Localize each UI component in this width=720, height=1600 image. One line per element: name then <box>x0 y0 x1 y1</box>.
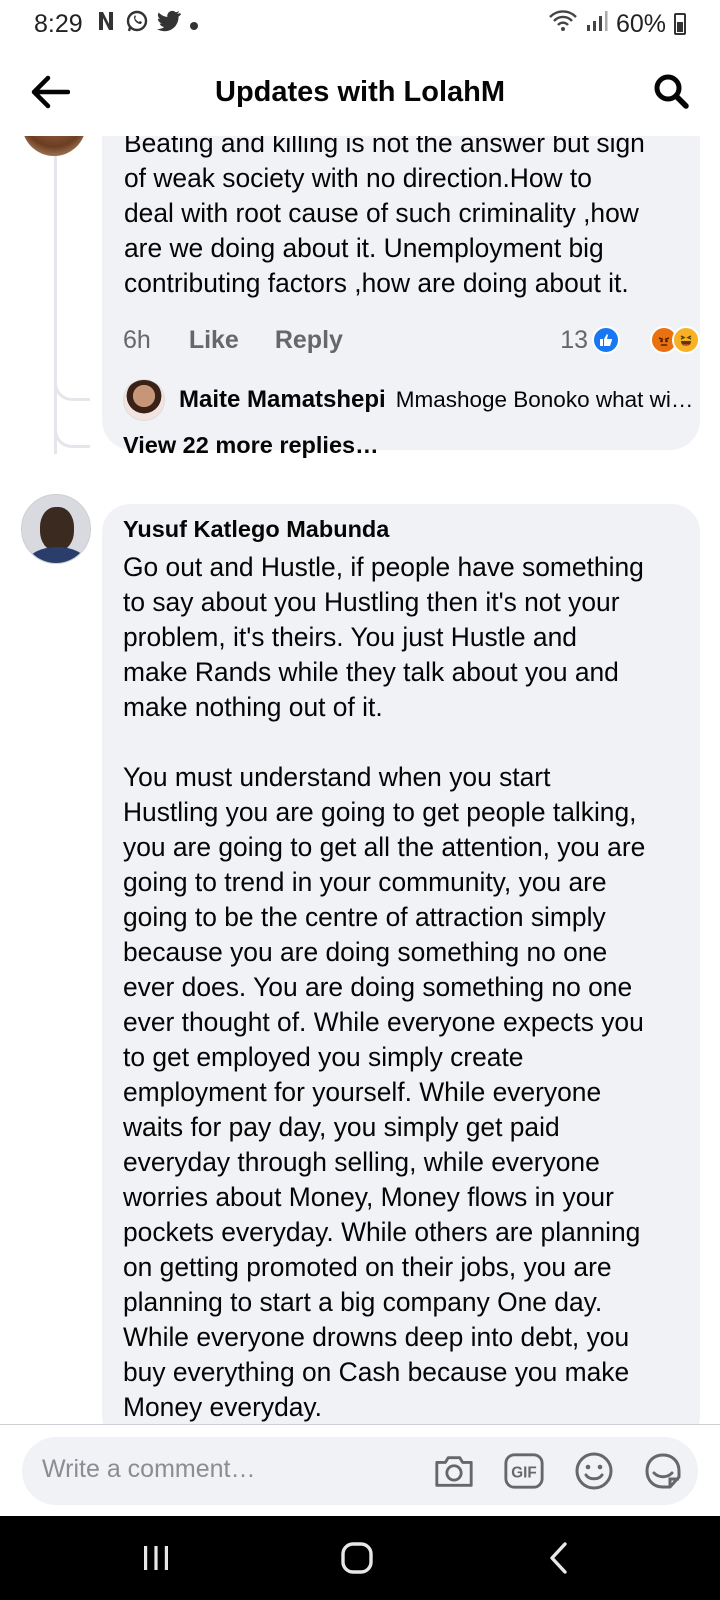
top-app-bar: Updates with LolahM <box>0 48 720 136</box>
avatar-shirt <box>28 547 86 563</box>
comment-author-name[interactable]: Yusuf Katlego Mabunda <box>123 516 389 543</box>
recents-icon <box>144 1546 168 1570</box>
svg-text:GIF: GIF <box>511 1465 536 1482</box>
reply-button[interactable]: Reply <box>275 326 343 355</box>
system-icons: 60% <box>548 9 686 40</box>
thread-connector <box>54 369 90 401</box>
comment-time: 6h <box>123 325 151 354</box>
reply-preview-text: Mmashoge Bonoko what wi… <box>395 387 694 412</box>
home-button[interactable] <box>332 1536 382 1580</box>
camera-icon[interactable] <box>433 1451 475 1491</box>
wifi-icon <box>548 9 578 40</box>
netflix-icon <box>95 10 117 38</box>
reply-author-name[interactable]: Maite Mamatshepi <box>179 386 386 414</box>
like-button[interactable]: Like <box>189 326 239 355</box>
back-arrow-icon <box>31 75 70 109</box>
comments-feed[interactable]: Beating and killing is not the answer bu… <box>0 136 720 1424</box>
thread-line <box>54 136 57 454</box>
reactions-summary[interactable]: 13 <box>560 326 700 355</box>
comment-text: Go out and Hustle, if people have someth… <box>123 552 646 1422</box>
twitter-icon <box>156 10 181 38</box>
comment-actions: 6h Like Reply 13 <box>123 320 700 360</box>
avatar[interactable] <box>22 136 86 156</box>
avatar[interactable] <box>21 494 91 564</box>
like-reaction-icon <box>592 326 620 354</box>
status-bar: 8:29 60% <box>0 0 720 48</box>
battery-icon <box>674 13 686 35</box>
comment-input[interactable]: Write a comment… GIF <box>22 1437 698 1505</box>
system-nav-bar <box>0 1516 720 1600</box>
avatar-face <box>40 507 74 551</box>
dot-icon <box>189 11 199 37</box>
comment-input-placeholder: Write a comment… <box>42 1455 256 1483</box>
comment-text: Beating and killing is not the answer bu… <box>124 136 645 298</box>
page-title: Updates with LolahM <box>215 75 505 108</box>
recents-button[interactable] <box>131 1536 181 1580</box>
comment-composer: Write a comment… GIF <box>0 1424 720 1516</box>
back-button[interactable] <box>534 1536 584 1580</box>
back-arrow-button[interactable] <box>28 70 72 114</box>
status-time: 8:29 <box>34 9 83 38</box>
notification-icons <box>95 9 199 39</box>
search-button[interactable] <box>648 68 694 114</box>
battery-percent: 60% <box>615 9 666 38</box>
home-icon <box>341 1542 373 1574</box>
search-icon <box>654 74 689 109</box>
sticker-icon[interactable] <box>642 1451 684 1491</box>
reply-preview[interactable]: Maite Mamatshepi Mmashoge Bonoko what wi… <box>179 381 699 419</box>
reaction-count: 13 <box>560 325 588 354</box>
comment-bubble[interactable]: Yusuf Katlego Mabunda Go out and Hustle,… <box>102 504 700 1424</box>
emoji-icon[interactable] <box>573 1451 615 1491</box>
avatar[interactable] <box>123 379 165 421</box>
gif-icon[interactable]: GIF <box>503 1451 545 1491</box>
back-chevron-icon <box>550 1542 567 1574</box>
whatsapp-icon <box>125 9 149 39</box>
signal-icon <box>586 9 608 40</box>
view-more-replies-link[interactable]: View 22 more replies… <box>123 432 379 459</box>
haha-reaction-icon <box>672 326 700 354</box>
thread-connector <box>54 416 90 448</box>
